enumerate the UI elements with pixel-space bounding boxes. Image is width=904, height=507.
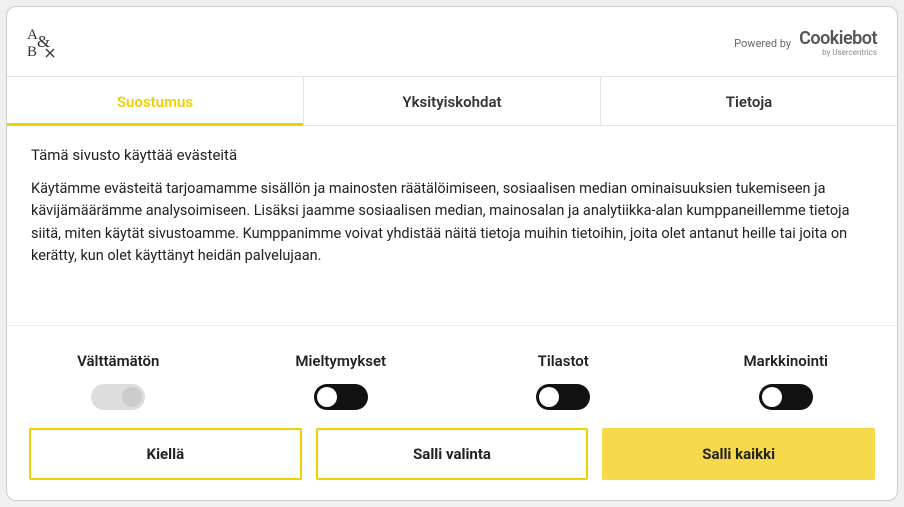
dialog-header: A & B Powered by Cookiebot by Usercentri… — [7, 7, 897, 77]
svg-text:&: & — [37, 32, 50, 51]
tab-label: Tietoja — [726, 93, 772, 111]
category-label: Markkinointi — [744, 352, 828, 370]
category-preferences: Mieltymykset — [230, 338, 453, 410]
brand-subtitle: by Usercentrics — [822, 49, 877, 57]
cookiebot-logo[interactable]: Cookiebot by Usercentrics — [799, 30, 877, 57]
content-body: Käytämme evästeitä tarjoamamme sisällön … — [31, 178, 873, 268]
svg-text:B: B — [27, 44, 37, 59]
category-marketing: Markkinointi — [675, 338, 898, 410]
category-label: Tilastot — [538, 352, 589, 370]
content-title: Tämä sivusto käyttää evästeitä — [31, 146, 873, 164]
tab-consent[interactable]: Suostumus — [7, 77, 304, 125]
toggle-necessary — [91, 384, 145, 410]
toggle-preferences[interactable] — [314, 384, 368, 410]
tab-details[interactable]: Yksityiskohdat — [304, 77, 601, 125]
consent-content: Tämä sivusto käyttää evästeitä Käytämme … — [7, 126, 897, 325]
tab-label: Suostumus — [117, 93, 193, 111]
action-buttons: Kiellä Salli valinta Salli kaikki — [7, 428, 897, 500]
allow-all-button[interactable]: Salli kaikki — [602, 428, 875, 480]
cookie-consent-dialog: A & B Powered by Cookiebot by Usercentri… — [6, 6, 898, 501]
deny-button[interactable]: Kiellä — [29, 428, 302, 480]
category-statistics: Tilastot — [452, 338, 675, 410]
cookie-categories: Välttämätön Mieltymykset Tilastot Markki… — [7, 325, 897, 428]
allow-selection-button[interactable]: Salli valinta — [316, 428, 589, 480]
tab-label: Yksityiskohdat — [402, 93, 501, 111]
powered-by-label: Powered by — [734, 37, 791, 50]
tab-bar: Suostumus Yksityiskohdat Tietoja — [7, 77, 897, 126]
category-label: Mieltymykset — [295, 352, 386, 370]
brand-name: Cookiebot — [799, 30, 877, 48]
category-necessary: Välttämätön — [7, 338, 230, 410]
toggle-statistics[interactable] — [536, 384, 590, 410]
toggle-marketing[interactable] — [759, 384, 813, 410]
category-label: Välttämätön — [77, 352, 159, 370]
site-logo: A & B — [27, 25, 57, 62]
tab-about[interactable]: Tietoja — [601, 77, 897, 125]
powered-by: Powered by Cookiebot by Usercentrics — [734, 30, 877, 57]
